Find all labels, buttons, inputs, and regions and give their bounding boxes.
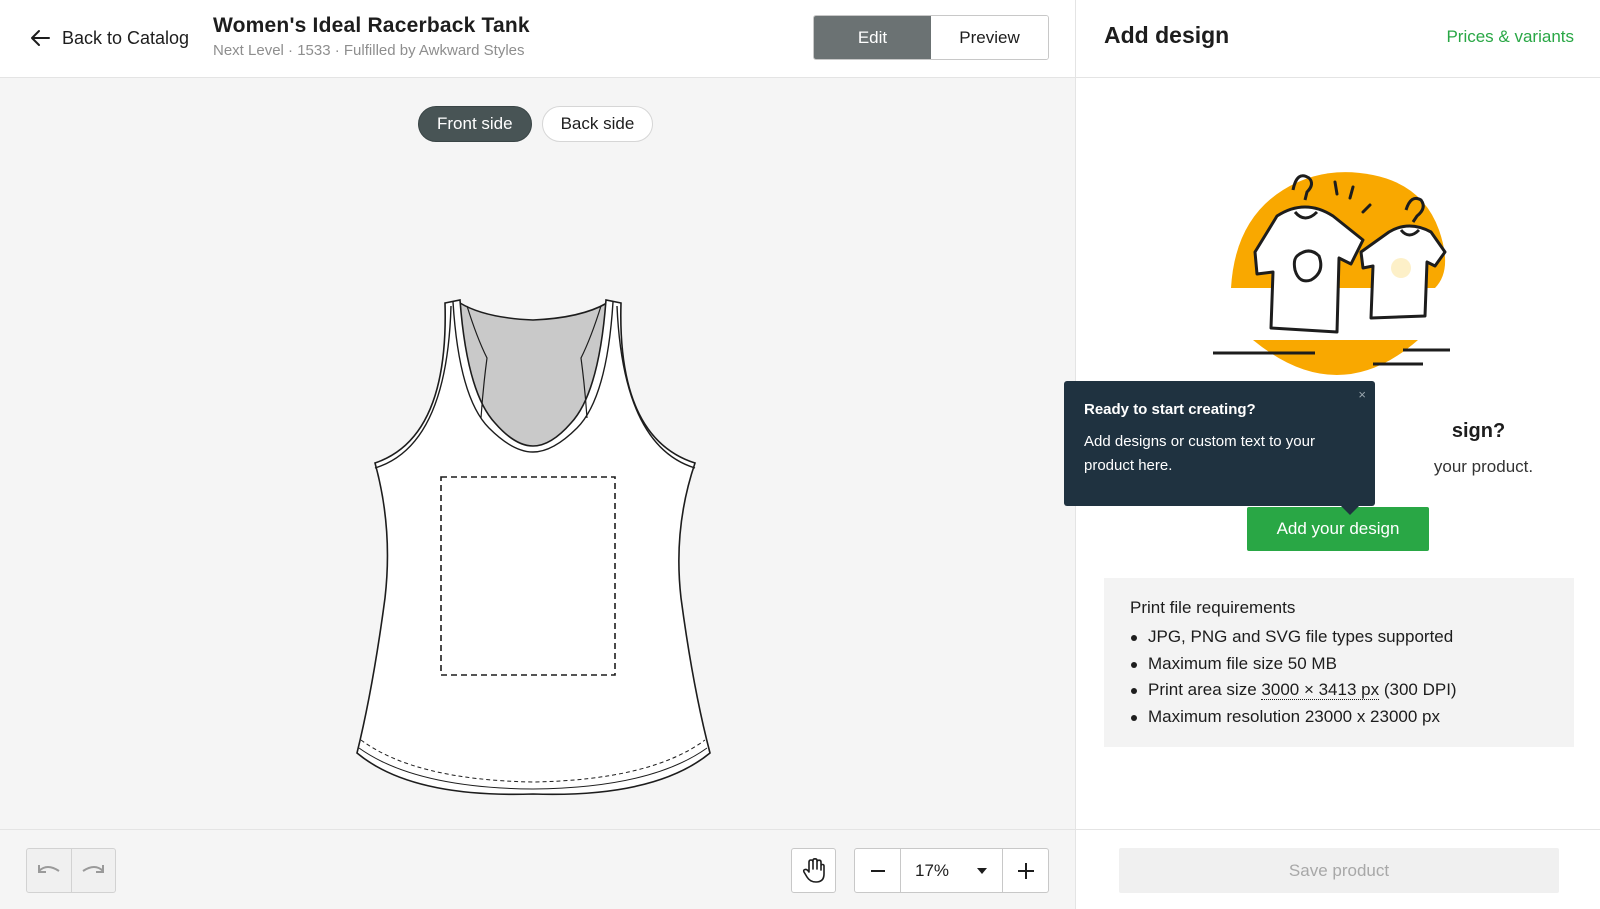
back-link-label: Back to Catalog: [62, 27, 190, 48]
editor-topbar: Back to Catalog Women's Ideal Racerback …: [0, 0, 1075, 78]
history-controls: [26, 848, 116, 893]
zoom-level-select[interactable]: 17%: [900, 849, 1003, 892]
print-file-requirements: Print file requirements JPG, PNG and SVG…: [1104, 578, 1574, 747]
side-toggle: Front side Back side: [418, 106, 654, 142]
tank-mockup: [356, 299, 711, 796]
undo-button[interactable]: [27, 849, 71, 892]
onboarding-tooltip: × Ready to start creating? Add designs o…: [1064, 381, 1375, 515]
product-editor-app: Back to Catalog Women's Ideal Racerback …: [0, 0, 1600, 909]
edit-mode-button[interactable]: Edit: [814, 16, 931, 59]
plus-icon: [1017, 862, 1034, 879]
mode-toggle: Edit Preview: [813, 15, 1049, 60]
redo-button[interactable]: [70, 849, 116, 892]
pan-tool-button[interactable]: [791, 848, 836, 893]
save-product-button[interactable]: Save product: [1119, 848, 1559, 893]
caret-down-icon: [977, 867, 987, 874]
hand-pan-icon: [802, 857, 825, 883]
zoom-level-value: 17%: [915, 860, 950, 880]
panel-title: Add design: [1104, 22, 1230, 48]
zoom-in-button[interactable]: [1003, 849, 1048, 892]
print-area-dpi: (300 DPI): [1383, 680, 1457, 699]
requirements-title: Print file requirements: [1130, 598, 1296, 617]
close-icon[interactable]: ×: [1358, 387, 1366, 402]
tooltip-title: Ready to start creating?: [1084, 401, 1256, 418]
editor-bottombar: 17%: [0, 829, 1075, 909]
arrow-left-icon: [31, 30, 50, 46]
product-title-block: Women's Ideal Racerback Tank Next Level …: [213, 14, 530, 59]
front-side-button[interactable]: Front side: [418, 106, 532, 142]
minus-icon: [870, 869, 885, 872]
tshirts-illustration: [1213, 172, 1450, 375]
prices-variants-link[interactable]: Prices & variants: [1446, 27, 1574, 47]
preview-mode-button[interactable]: Preview: [931, 16, 1048, 59]
redo-icon: [82, 864, 105, 873]
zoom-out-button[interactable]: [855, 849, 900, 892]
requirement-print-area-label: Print area size: [1148, 680, 1257, 699]
requirement-item: Maximum file size 50 MB: [1130, 651, 1548, 678]
tooltip-body: Add designs or custom text to your produ…: [1084, 433, 1315, 474]
print-area-size-value[interactable]: 3000 × 3413 px: [1261, 680, 1380, 700]
add-your-design-button[interactable]: Add your design: [1247, 507, 1429, 551]
requirement-item: JPG, PNG and SVG file types supported: [1130, 624, 1548, 651]
back-side-button[interactable]: Back side: [541, 106, 654, 142]
back-to-catalog-link[interactable]: Back to Catalog: [28, 24, 189, 52]
editor-panel: Back to Catalog Women's Ideal Racerback …: [0, 0, 1075, 909]
design-canvas[interactable]: Front side Back side: [0, 78, 1075, 829]
requirement-item: Maximum resolution 23000 x 23000 px: [1130, 704, 1548, 731]
panel-footer: Save product: [1076, 829, 1600, 909]
requirement-item: Print area size 3000 × 3413 px (300 DPI): [1130, 677, 1548, 704]
product-title: Women's Ideal Racerback Tank: [213, 14, 530, 37]
requirements-list: JPG, PNG and SVG file types supported Ma…: [1130, 624, 1548, 730]
undo-icon: [37, 864, 60, 873]
panel-header: Add design Prices & variants: [1076, 0, 1600, 78]
product-subtitle: Next Level · 1533 · Fulfilled by Awkward…: [213, 42, 525, 59]
zoom-controls: 17%: [854, 848, 1049, 893]
